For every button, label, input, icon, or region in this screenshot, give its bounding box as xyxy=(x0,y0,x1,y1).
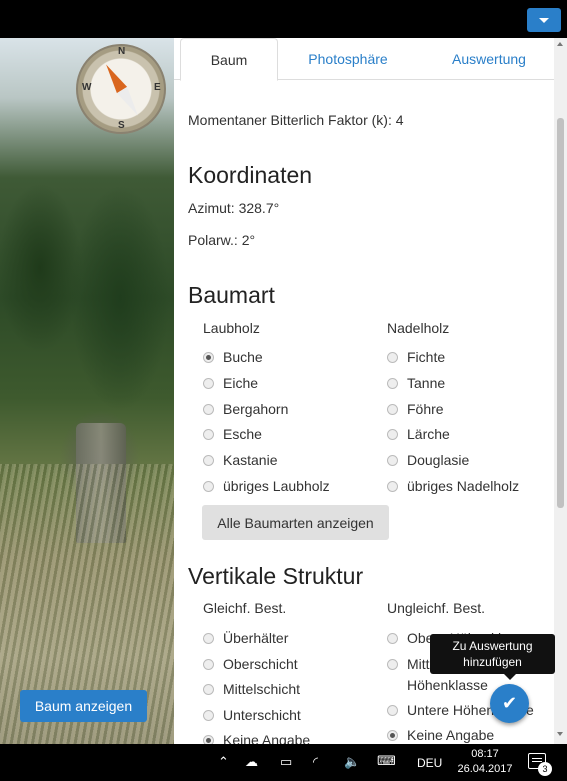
ungleichf-radio[interactable] xyxy=(387,633,398,644)
top-bar xyxy=(0,0,567,38)
compass-east: E xyxy=(154,82,161,93)
compass-south: S xyxy=(118,120,125,131)
tab-photosphaere[interactable]: Photosphäre xyxy=(292,38,404,80)
show-tree-button[interactable]: Baum anzeigen xyxy=(20,690,147,722)
menu-dropdown-button[interactable] xyxy=(527,8,561,32)
laubholz-option-label[interactable]: Buche xyxy=(223,349,263,365)
compass-needle xyxy=(101,61,143,119)
gleichf-label: Gleichf. Best. xyxy=(203,600,287,616)
clock[interactable]: 08:17 26.04.2017 xyxy=(455,747,515,777)
ungleichf-option-label[interactable]: Keine Angabe xyxy=(407,727,494,743)
notification-count-badge: 3 xyxy=(538,762,552,776)
laubholz-label: Laubholz xyxy=(203,320,260,336)
wifi-icon[interactable]: ◜ xyxy=(313,754,318,770)
nadelholz-option-label[interactable]: Fichte xyxy=(407,349,445,365)
gleichf-option-label[interactable]: Mittelschicht xyxy=(223,681,300,697)
cloud-icon[interactable]: ☁ xyxy=(245,754,258,770)
laubholz-option-label[interactable]: Kastanie xyxy=(223,452,277,468)
battery-icon[interactable]: ▭ xyxy=(280,754,292,770)
chevron-up-icon[interactable]: ⌃ xyxy=(218,754,229,770)
azimut-value: Azimut: 328.7° xyxy=(188,200,280,216)
scroll-down-icon[interactable] xyxy=(557,732,563,736)
nadelholz-radio[interactable] xyxy=(387,481,398,492)
vertikale-heading: Vertikale Struktur xyxy=(188,563,364,589)
nadelholz-option-label[interactable]: Douglasie xyxy=(407,452,469,468)
compass-west: W xyxy=(82,82,92,93)
tooltip-line2: hinzufügen xyxy=(463,655,522,669)
nadelholz-radio[interactable] xyxy=(387,403,398,415)
scroll-thumb[interactable] xyxy=(557,118,564,508)
camera-view xyxy=(0,38,174,744)
koordinaten-heading: Koordinaten xyxy=(188,162,313,188)
nadelholz-label: Nadelholz xyxy=(387,320,450,336)
nadelholz-radio[interactable] xyxy=(387,352,398,363)
laubholz-radio[interactable] xyxy=(203,403,214,415)
ungleichf-radio[interactable] xyxy=(387,730,398,741)
checkmark-icon: ✔ xyxy=(501,693,518,713)
caret-down-icon xyxy=(539,17,549,23)
gleichf-radio[interactable] xyxy=(203,633,214,644)
laubholz-radio[interactable] xyxy=(203,481,214,492)
laubholz-option-label[interactable]: Eiche xyxy=(223,375,258,391)
scroll-up-icon[interactable] xyxy=(557,42,563,46)
nadelholz-option-label[interactable]: übriges Nadelholz xyxy=(407,478,519,494)
keyboard-icon[interactable]: ⌨ xyxy=(377,753,396,769)
windows-taskbar: ⌃ ☁ ▭ ◜ 🔈 ⌨ DEU 08:17 26.04.2017 3 xyxy=(0,744,567,781)
ungleichf-option-label[interactable]: Höhenklasse xyxy=(407,677,488,693)
ungleichf-radio[interactable] xyxy=(387,659,398,670)
clock-date: 26.04.2017 xyxy=(457,763,513,775)
laubholz-radio[interactable] xyxy=(203,377,214,389)
ungleichf-label: Ungleichf. Best. xyxy=(387,600,486,616)
baumart-heading: Baumart xyxy=(188,282,275,308)
bitterlich-factor: Momentaner Bitterlich Faktor (k): 4 xyxy=(188,112,404,128)
gleichf-option-label[interactable]: Oberschicht xyxy=(223,656,298,672)
tab-baum[interactable]: Baum xyxy=(180,38,278,81)
volume-icon[interactable]: 🔈 xyxy=(344,754,360,770)
laubholz-option-label[interactable]: Esche xyxy=(223,426,262,442)
add-to-evaluation-tooltip: Zu Auswertung hinzufügen xyxy=(430,634,555,680)
gleichf-radio[interactable] xyxy=(203,710,214,721)
laubholz-option-label[interactable]: übriges Laubholz xyxy=(223,478,330,494)
nadelholz-option-label[interactable]: Tanne xyxy=(407,375,445,391)
compass-icon: N S W E xyxy=(76,44,166,134)
laubholz-option-label[interactable]: Bergahorn xyxy=(223,401,288,417)
gleichf-option-label[interactable]: Überhälter xyxy=(223,630,288,646)
compass-north: N xyxy=(118,46,126,57)
gleichf-option-label[interactable]: Unterschicht xyxy=(223,707,301,723)
nadelholz-radio[interactable] xyxy=(387,377,398,389)
nadelholz-option-label[interactable]: Lärche xyxy=(407,426,450,442)
tooltip-line1: Zu Auswertung xyxy=(452,639,533,653)
gleichf-radio[interactable] xyxy=(203,684,214,695)
show-all-species-button[interactable]: Alle Baumarten anzeigen xyxy=(202,505,389,540)
laubholz-radio[interactable] xyxy=(203,352,214,363)
tab-bar: Baum Photosphäre Auswertung xyxy=(174,38,567,81)
ungleichf-radio[interactable] xyxy=(387,705,398,716)
clock-time: 08:17 xyxy=(471,748,499,760)
polarw-value: Polarw.: 2° xyxy=(188,232,256,248)
nadelholz-option-label[interactable]: Föhre xyxy=(407,401,444,417)
language-indicator[interactable]: DEU xyxy=(417,756,442,770)
gleichf-radio[interactable] xyxy=(203,659,214,670)
tab-auswertung[interactable]: Auswertung xyxy=(434,38,544,80)
add-to-evaluation-button[interactable]: ✔ xyxy=(490,684,529,723)
scrollbar[interactable] xyxy=(554,38,567,744)
